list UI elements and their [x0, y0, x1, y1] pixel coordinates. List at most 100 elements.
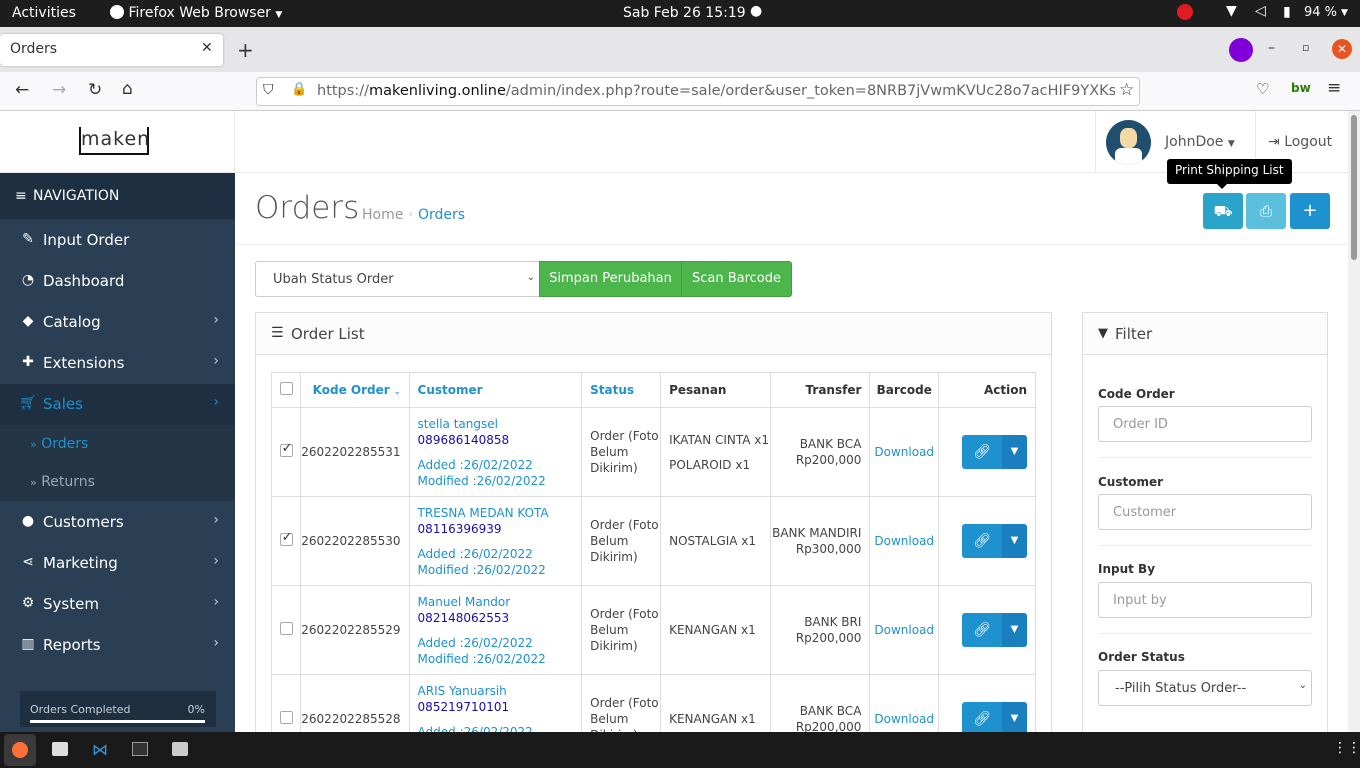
action-cell: 🔗︎ ▼	[938, 585, 1036, 675]
action-dropdown-toggle[interactable]: ▼	[1002, 613, 1027, 647]
col-customer[interactable]: Customer	[408, 372, 583, 408]
print-shipping-button[interactable]: ⛟	[1203, 193, 1243, 229]
row-checkbox[interactable]: ✓	[279, 441, 293, 457]
wifi-icon[interactable]: ▼	[1226, 3, 1237, 19]
row-checkbox[interactable]	[279, 622, 293, 635]
chevron-right-icon: ›	[213, 353, 219, 369]
progress-label: Orders Completed	[30, 703, 131, 716]
edit-order-button[interactable]: 🔗︎	[962, 435, 1002, 469]
breadcrumb-home[interactable]: Home	[362, 207, 403, 223]
edit-order-button[interactable]: 🔗︎	[962, 702, 1002, 736]
window-close-icon[interactable]: ✕	[1332, 39, 1352, 59]
shield-icon[interactable]: ⛉	[263, 82, 274, 98]
transfer-cell: BANK BRI Rp200,000	[769, 585, 871, 675]
select-all-checkbox[interactable]	[279, 382, 293, 395]
maximize-icon[interactable]: ▫	[1302, 41, 1309, 54]
col-kode-order[interactable]: Kode Order ⌄	[300, 372, 410, 408]
scan-barcode-button[interactable]: Scan Barcode	[681, 261, 792, 297]
action-dropdown-toggle[interactable]: ▼	[1002, 524, 1027, 558]
sidebar-subitem-orders[interactable]: » Orders	[30, 436, 88, 452]
battery-icon[interactable]: ▮	[1283, 4, 1291, 20]
do-not-disturb-icon[interactable]	[1177, 4, 1193, 20]
sidebar-item-sales[interactable]: 🛒︎ Sales ›	[0, 384, 235, 425]
sidebar-item-dashboard[interactable]: ◔ Dashboard	[0, 261, 235, 302]
sidebar-item-catalog[interactable]: ◆ Catalog ›	[0, 302, 235, 343]
barcode-cell: Download	[869, 496, 940, 586]
status-select[interactable]: Ubah Status Order ⌄	[255, 261, 540, 297]
username-dropdown[interactable]: JohnDoe ▼	[1165, 134, 1235, 150]
order-id-input[interactable]: Order ID	[1098, 406, 1312, 442]
browser-tab[interactable]: Orders ✕	[0, 34, 223, 66]
barcode-download-link[interactable]: Download	[874, 445, 934, 459]
bookmark-star-icon[interactable]: ☆	[1115, 80, 1135, 100]
print-invoice-button[interactable]: ⎙	[1246, 193, 1286, 229]
forward-icon[interactable]: →	[52, 80, 66, 100]
order-item: KENANGAN x1	[669, 712, 756, 726]
sidebar-item-reports[interactable]: ▥ Reports ›	[0, 625, 235, 666]
private-browsing-icon	[1229, 38, 1253, 62]
address-bar[interactable]: ⛉ 🔒 https://makenliving.online/admin/ind…	[256, 77, 1140, 106]
lock-icon[interactable]: 🔒	[291, 82, 307, 97]
add-order-button[interactable]: +	[1290, 193, 1330, 229]
breadcrumb-current[interactable]: Orders	[418, 207, 465, 223]
barcode-download-link[interactable]: Download	[874, 534, 934, 548]
extension-icon[interactable]: bw	[1291, 81, 1311, 95]
logo[interactable]: maken	[79, 127, 149, 155]
col-status[interactable]: Status	[581, 372, 662, 408]
customer-name-link[interactable]: stella tangsel	[418, 416, 582, 432]
back-icon[interactable]: ←	[15, 80, 29, 100]
nav-header: ≡ NAVIGATION	[0, 173, 235, 219]
order-code: 2602202285530	[300, 496, 410, 586]
logout-link[interactable]: ⇥ Logout	[1268, 134, 1332, 150]
new-tab-icon[interactable]: +	[237, 38, 254, 62]
edit-order-button[interactable]: 🔗︎	[962, 524, 1002, 558]
order-status-select[interactable]: --Pilih Status Order-- ⌄	[1098, 670, 1312, 706]
customer-phone-link[interactable]: 08116396939	[418, 521, 582, 537]
scrollbar-thumb[interactable]	[1351, 115, 1357, 260]
save-changes-button[interactable]: Simpan Perubahan	[539, 261, 682, 297]
app-menu[interactable]: Firefox Web Browser ▼	[110, 5, 282, 21]
power-menu-icon[interactable]: ▼	[1341, 8, 1348, 18]
pocket-icon[interactable]: ♡	[1256, 80, 1269, 98]
barcode-download-link[interactable]: Download	[874, 623, 934, 637]
page-scrollbar[interactable]	[1348, 111, 1360, 732]
volume-icon[interactable]: ◁	[1255, 3, 1266, 19]
reload-icon[interactable]: ↻	[88, 80, 102, 100]
activities-button[interactable]: Activities	[12, 5, 76, 21]
customer-phone-link[interactable]: 085219710101	[418, 699, 582, 715]
sidebar-item-input-order[interactable]: ✎ Input Order	[0, 220, 235, 261]
files-icon[interactable]	[52, 742, 68, 756]
terminal-icon[interactable]	[132, 742, 148, 756]
sidebar-subitem-returns[interactable]: » Returns	[30, 474, 95, 490]
image-viewer-icon[interactable]	[172, 742, 188, 756]
edit-order-button[interactable]: 🔗︎	[962, 613, 1002, 647]
row-checkbox[interactable]: ✓	[279, 530, 293, 546]
sidebar-item-marketing[interactable]: ⋖ Marketing ›	[0, 543, 235, 584]
action-dropdown-toggle[interactable]: ▼	[1002, 702, 1027, 736]
minimize-icon[interactable]: –	[1268, 40, 1275, 56]
taskbar-firefox[interactable]	[4, 734, 36, 766]
link-icon: 🔗︎	[973, 444, 991, 460]
customer-name-link[interactable]: Manuel Mandor	[418, 594, 582, 610]
customer-phone-link[interactable]: 082148062553	[418, 610, 582, 626]
sidebar-item-customers[interactable]: ● Customers ›	[0, 502, 235, 543]
row-checkbox[interactable]	[279, 711, 293, 724]
clock[interactable]: Sab Feb 26 15:19	[623, 5, 746, 21]
menu-hamburger-icon[interactable]: ≡	[1327, 78, 1341, 98]
home-icon[interactable]: ⌂	[122, 79, 133, 99]
vscode-icon[interactable]: ⋈	[92, 740, 108, 759]
sidebar-item-system[interactable]: ⚙ System ›	[0, 584, 235, 625]
action-dropdown-toggle[interactable]: ▼	[1002, 435, 1027, 469]
customer-name-link[interactable]: TRESNA MEDAN KOTA	[418, 505, 582, 521]
close-tab-icon[interactable]: ✕	[201, 40, 213, 56]
input-by-input[interactable]: Input by	[1098, 582, 1312, 618]
avatar[interactable]	[1106, 120, 1151, 165]
transfer-amount: Rp200,000	[795, 453, 862, 467]
username: JohnDoe	[1165, 134, 1224, 150]
customer-phone-link[interactable]: 089686140858	[418, 432, 582, 448]
customer-name-link[interactable]: ARIS Yanuarsih	[418, 683, 582, 699]
customer-input[interactable]: Customer	[1098, 494, 1312, 530]
app-grid-icon[interactable]: ⋮⋮	[1333, 740, 1360, 756]
barcode-download-link[interactable]: Download	[874, 712, 934, 726]
sidebar-item-extensions[interactable]: ✚ Extensions ›	[0, 343, 235, 384]
